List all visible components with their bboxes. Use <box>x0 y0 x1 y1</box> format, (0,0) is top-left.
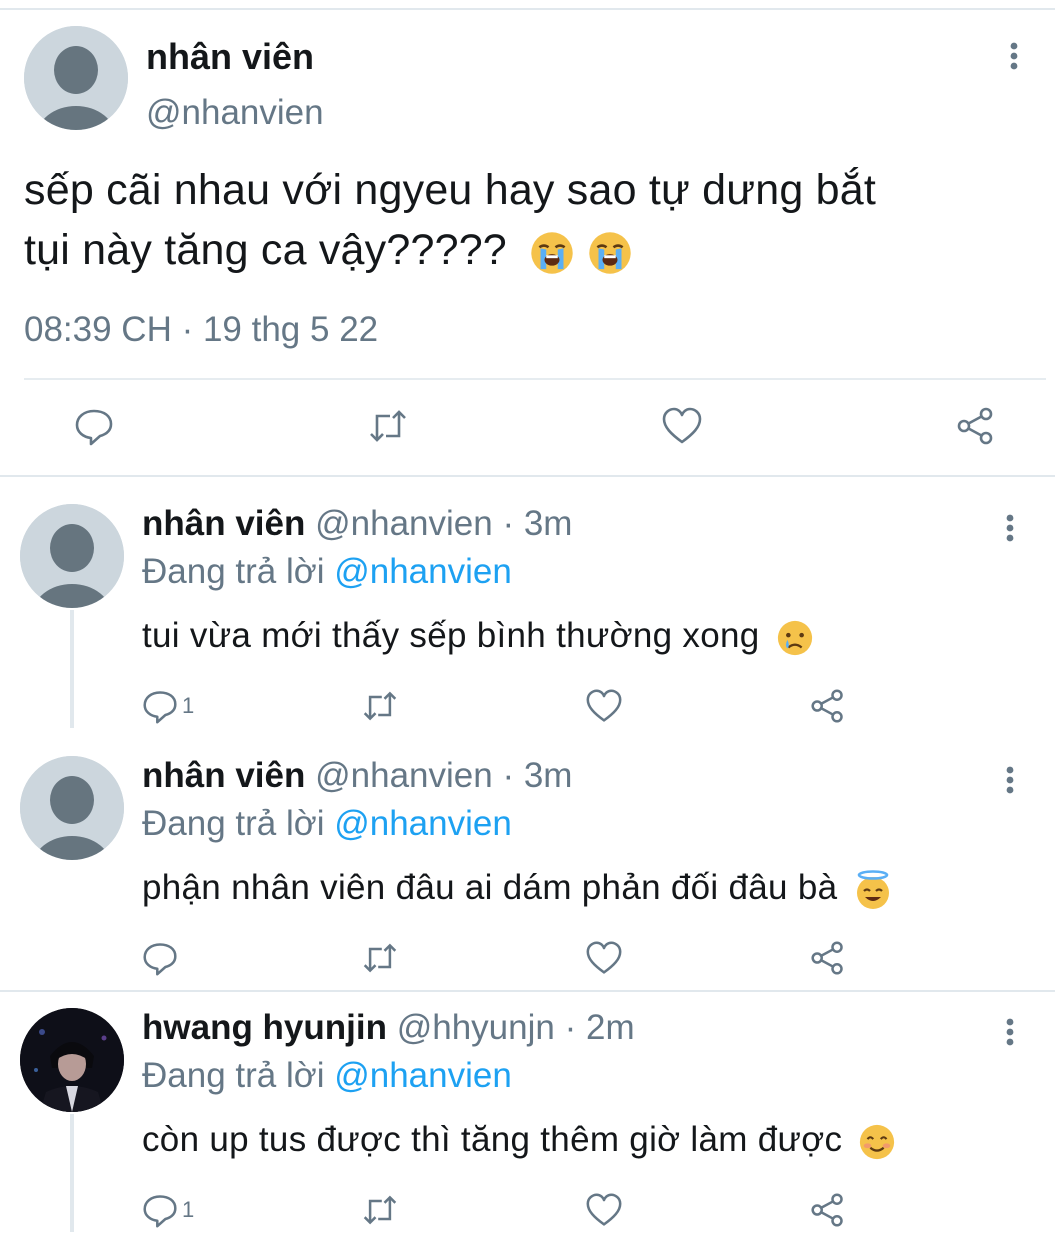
tweet-timestamp[interactable]: 08:39 CH · 19 thg 5 22 <box>24 310 378 350</box>
share-icon <box>811 689 843 723</box>
author-handle[interactable]: @hhyunjn <box>397 1008 555 1047</box>
like-button[interactable] <box>586 1192 622 1228</box>
reply-text: còn up tus được thì tăng thêm giờ làm đư… <box>142 1120 896 1161</box>
share-button[interactable] <box>810 1192 846 1228</box>
tweet-text: sếp cãi nhau với ngyeu hay sao tự dưng b… <box>24 160 1034 280</box>
time-ago: · 3m <box>502 756 573 795</box>
reply-tweet[interactable]: nhân viên @nhanvien · 3m Đang trả lời @n… <box>0 728 1055 980</box>
author-handle[interactable]: @nhanvien <box>146 93 324 133</box>
time-ago: · 2m <box>564 1008 635 1047</box>
like-icon <box>586 689 622 722</box>
replying-to: Đang trả lời @nhanvien <box>142 552 512 592</box>
reply-count: 1 <box>182 693 195 718</box>
profile-photo-icon <box>20 1008 124 1112</box>
tweet-text-line-2: tụi này tăng ca vậy????? <box>24 220 1034 280</box>
like-icon <box>586 941 622 974</box>
tweet-text-line-1: sếp cãi nhau với ngyeu hay sao tự dưng b… <box>24 166 876 214</box>
reply-button[interactable] <box>74 406 114 446</box>
like-button[interactable] <box>586 940 622 976</box>
thread-line <box>70 1114 74 1232</box>
author-handle[interactable]: @nhanvien <box>315 756 493 795</box>
author-name[interactable]: nhân viên <box>142 504 305 543</box>
loudly-crying-face-icon <box>531 231 573 274</box>
reply-button[interactable]: 1 <box>142 1192 194 1228</box>
crying-face-icon <box>777 620 812 655</box>
retweet-button[interactable] <box>362 940 398 976</box>
more-vertical-icon <box>1006 766 1014 794</box>
avatar[interactable] <box>20 756 124 860</box>
reply-text-content: tui vừa mới thấy sếp bình thường xong <box>142 616 760 655</box>
reply-button[interactable] <box>142 940 182 976</box>
retweet-button[interactable] <box>362 688 398 724</box>
reply-text: tui vừa mới thấy sếp bình thường xong <box>142 616 814 657</box>
more-options-button[interactable] <box>1006 1018 1014 1046</box>
replying-label: Đang trả lời <box>142 1056 325 1095</box>
divider <box>24 378 1046 380</box>
more-options-button[interactable] <box>1006 514 1014 542</box>
mention-link[interactable]: @nhanvien <box>334 804 512 843</box>
reply-tweet[interactable]: hwang hyunjin @hhyunjn · 2m Đang trả lời… <box>0 980 1055 1232</box>
share-icon <box>811 941 843 975</box>
thread-line <box>70 610 74 728</box>
reply-text-content: còn up tus được thì tăng thêm giờ làm đư… <box>142 1120 843 1159</box>
share-button[interactable] <box>956 406 996 446</box>
avatar[interactable] <box>24 26 128 130</box>
author-name[interactable]: nhân viên <box>146 36 314 78</box>
reply-header: nhân viên @nhanvien · 3m <box>142 504 572 544</box>
author-name[interactable]: nhân viên <box>142 756 305 795</box>
reply-header: nhân viên @nhanvien · 3m <box>142 756 572 796</box>
reply-header: hwang hyunjin @hhyunjn · 2m <box>142 1008 635 1048</box>
more-vertical-icon <box>1006 514 1014 542</box>
time-ago: · 3m <box>502 504 573 543</box>
reply-count: 1 <box>182 1197 195 1222</box>
more-vertical-icon <box>1010 42 1018 70</box>
reply-tweet[interactable]: nhân viên @nhanvien · 3m Đang trả lời @n… <box>0 476 1055 728</box>
author-handle[interactable]: @nhanvien <box>315 504 493 543</box>
mention-link[interactable]: @nhanvien <box>334 552 512 591</box>
replying-label: Đang trả lời <box>142 804 325 843</box>
more-vertical-icon <box>1006 1018 1014 1046</box>
reply-icon <box>143 1195 177 1228</box>
default-avatar-icon <box>24 26 128 130</box>
loudly-crying-face-icon <box>589 231 631 274</box>
replying-to: Đang trả lời @nhanvien <box>142 1056 512 1096</box>
retweet-icon <box>363 691 397 721</box>
more-options-button[interactable] <box>1006 766 1014 794</box>
author-name[interactable]: hwang hyunjin <box>142 1008 387 1047</box>
retweet-icon <box>363 1195 397 1225</box>
main-tweet[interactable]: nhân viên @nhanvien sếp cãi nhau với ngy… <box>0 10 1055 476</box>
share-button[interactable] <box>810 940 846 976</box>
retweet-button[interactable] <box>362 1192 398 1228</box>
share-icon <box>957 407 993 445</box>
reply-text: phận nhân viên đâu ai dám phản đối đâu b… <box>142 868 893 910</box>
reply-button[interactable]: 1 <box>142 688 194 724</box>
like-icon <box>586 1193 622 1226</box>
default-avatar-icon <box>20 504 124 608</box>
retweet-icon <box>363 943 397 973</box>
reply-text-content: phận nhân viên đâu ai dám phản đối đâu b… <box>142 868 838 907</box>
like-icon <box>662 407 702 444</box>
smiling-face-with-halo-icon <box>857 869 890 909</box>
smiling-face-with-smiling-eyes-icon <box>860 1124 895 1159</box>
reply-icon <box>143 943 177 976</box>
share-button[interactable] <box>810 688 846 724</box>
replying-label: Đang trả lời <box>142 552 325 591</box>
share-icon <box>811 1193 843 1227</box>
default-avatar-icon <box>20 756 124 860</box>
avatar[interactable] <box>20 504 124 608</box>
avatar[interactable] <box>20 1008 124 1112</box>
mention-link[interactable]: @nhanvien <box>334 1056 512 1095</box>
retweet-button[interactable] <box>368 406 408 446</box>
reply-icon <box>143 691 177 724</box>
retweet-icon <box>370 410 406 442</box>
more-options-button[interactable] <box>1010 42 1018 70</box>
replying-to: Đang trả lời @nhanvien <box>142 804 512 844</box>
tweet-text-line-2-text: tụi này tăng ca vậy????? <box>24 226 507 274</box>
like-button[interactable] <box>662 406 702 446</box>
like-button[interactable] <box>586 688 622 724</box>
reply-icon <box>75 409 113 446</box>
